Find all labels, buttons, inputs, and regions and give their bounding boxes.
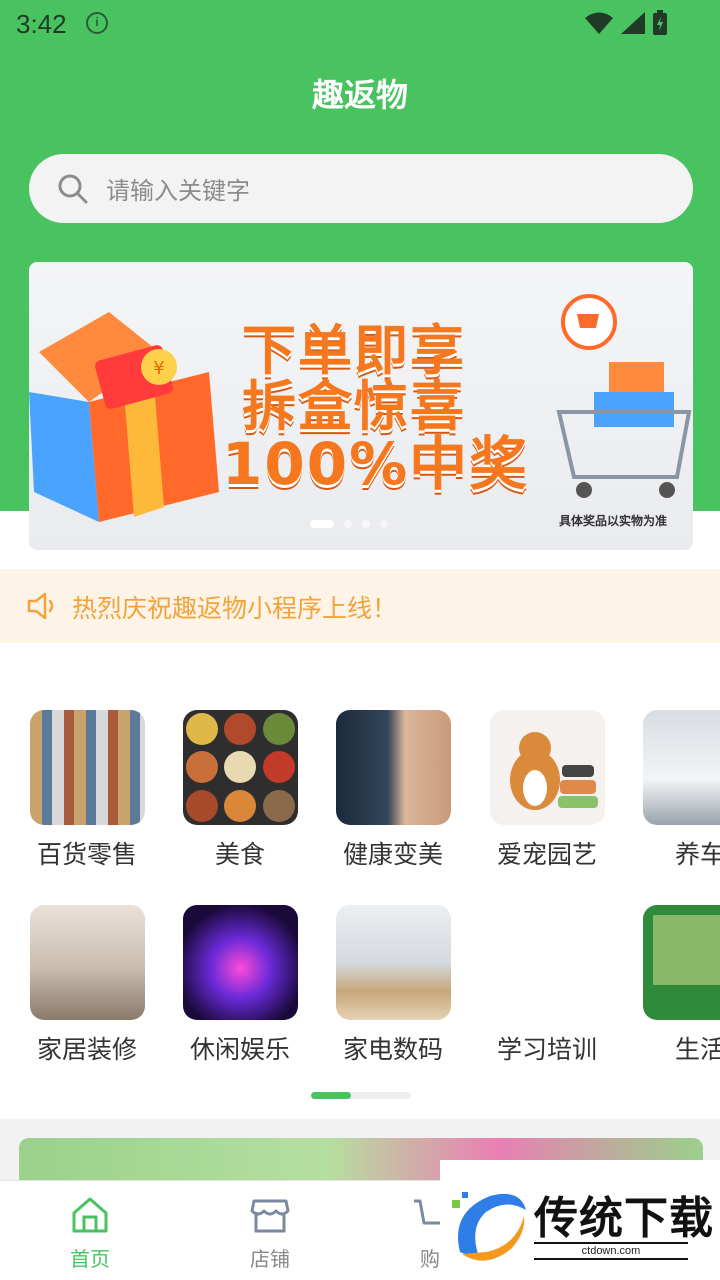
category-pets-garden[interactable]: 爱宠园艺 [482,710,612,871]
svg-text:¥: ¥ [153,358,164,379]
category-life-image [642,905,720,1020]
store-icon [250,1199,290,1233]
food-grid-picture [185,713,295,822]
status-time: 3:42 [16,9,67,39]
category-label: 家居装修 [36,1035,137,1064]
category-label: 生活 [674,1035,720,1064]
status-icons [584,10,668,36]
category-food-image [182,710,298,825]
battery-icon [653,10,667,35]
home-icon [72,1197,108,1233]
search-input[interactable]: 请输入关键字 [29,154,693,223]
category-label: 健康变美 [342,840,443,869]
category-electronics-image [335,905,451,1020]
tab-home-label: 首页 [70,1247,110,1271]
category-scroll-fill [311,1092,351,1099]
category-beauty[interactable]: 健康变美 [328,710,458,871]
category-car-care[interactable]: 养车 [635,710,720,871]
category-label: 美食 [214,840,265,869]
category-scroll-indicator [311,1092,411,1099]
promo-banner[interactable]: ¥ 下单即享 拆盒惊喜 100%中奖 具体奖品以实物为准 [29,262,693,550]
dog-picture [509,732,598,810]
category-car-image [642,710,720,825]
category-beauty-image [335,710,451,825]
watermark-url: ctdown.com [534,1242,688,1260]
category-entertainment[interactable]: 休闲娱乐 [175,905,305,1066]
banner-dot-active[interactable] [310,520,334,528]
category-retail[interactable]: 百货零售 [22,710,152,871]
category-label: 休闲娱乐 [189,1035,290,1064]
wifi-icon [585,12,613,34]
banner-disclaimer: 具体奖品以实物为准 [558,514,667,528]
watermark-brand: 传统下载 [534,1193,714,1244]
page-title: 趣返物 [311,76,408,114]
category-entertainment-image [182,905,298,1020]
search-icon [58,174,88,204]
status-info-icon: i [86,12,108,34]
category-life[interactable]: 生活 [635,905,720,1066]
tab-home[interactable]: 首页 [20,1181,160,1280]
category-label: 养车 [674,840,720,869]
banner-dot[interactable] [362,520,370,528]
category-education-image [489,905,605,1020]
category-pets-image [489,710,605,825]
speaker-icon [27,592,54,620]
category-food[interactable]: 美食 [175,710,305,871]
shopping-cart-illustration [556,294,692,498]
category-electronics[interactable]: 家电数码 [328,905,458,1066]
category-label: 家电数码 [342,1035,443,1064]
category-education[interactable]: 学习培训 [482,905,612,1066]
banner-dot[interactable] [344,520,352,528]
gift-box-illustration: ¥ [29,312,219,522]
watermark-logo: 传统下载 ctdown.com [440,1160,720,1280]
tab-store[interactable]: 店铺 [200,1181,340,1280]
announcement-text: 热烈庆祝趣返物小程序上线！ [72,594,398,623]
banner-headline-3: 100%中奖 [222,430,530,498]
search-placeholder: 请输入关键字 [106,177,250,205]
signal-icon [621,12,645,34]
banner-pagination [310,520,388,528]
category-home-image [29,905,145,1020]
announcement-bar[interactable]: 热烈庆祝趣返物小程序上线！ [0,569,720,643]
category-retail-image [29,710,145,825]
category-life-photo [652,915,720,985]
category-label: 百货零售 [36,840,137,869]
tab-store-label: 店铺 [250,1247,290,1271]
category-label: 学习培训 [496,1035,597,1064]
category-grid: 百货零售 美食 健康变美 爱宠园艺 养车 家居装修 休闲娱乐 家电数码 学习培训… [0,690,720,1080]
category-label: 爱宠园艺 [496,840,597,869]
banner-dot[interactable] [380,520,388,528]
status-bar: 3:42 i [0,0,720,50]
category-home-decor[interactable]: 家居装修 [22,905,152,1066]
watermark-logo-icon [452,1192,526,1261]
